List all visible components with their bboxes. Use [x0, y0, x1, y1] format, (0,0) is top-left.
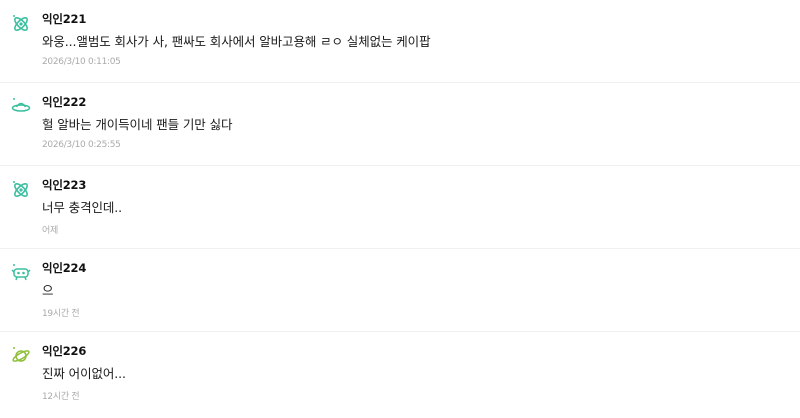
comment-item: 익인224 으 19시간 전 — [0, 249, 800, 332]
comment-author: 익인223 — [42, 178, 87, 192]
comment-timestamp: 2026/3/10 0:11:05 — [42, 57, 121, 67]
planet-icon — [10, 344, 32, 366]
comment-timestamp: 12시간 전 — [42, 392, 80, 402]
atom-icon — [10, 178, 32, 200]
comment-list: 익인221 와웅...앨범도 회사가 사, 팬싸도 회사에서 알바고용해 ㄹㅇ … — [0, 0, 800, 418]
comment-item: 익인221 와웅...앨범도 회사가 사, 팬싸도 회사에서 알바고용해 ㄹㅇ … — [0, 0, 800, 83]
comment-timestamp: 2026/3/10 0:25:55 — [42, 140, 121, 150]
comment-item: 익인223 너무 충격인데.. 어제 — [0, 166, 800, 249]
comment-author: 익인221 — [42, 12, 87, 26]
comment-item: 익인222 헐 알바는 개이득이네 팬들 기만 싫다 2026/3/10 0:2… — [0, 83, 800, 166]
comment-author: 익인222 — [42, 95, 87, 109]
comment-timestamp: 어제 — [42, 226, 58, 236]
comment-text: 진짜 어이없어... — [42, 366, 126, 381]
comment-text: 와웅...앨범도 회사가 사, 팬싸도 회사에서 알바고용해 ㄹㅇ 실체없는 케… — [42, 34, 431, 49]
ufo-icon — [10, 95, 32, 117]
atom-icon — [10, 12, 32, 34]
comment-author: 익인224 — [42, 261, 87, 275]
comment-timestamp: 19시간 전 — [42, 309, 80, 319]
comment-text: 너무 충격인데.. — [42, 200, 123, 215]
comment-text: 으 — [42, 283, 54, 298]
comment-author: 익인226 — [42, 344, 87, 358]
alien-icon — [10, 261, 32, 283]
comment-item: 익인226 진짜 어이없어... 12시간 전 — [0, 332, 800, 415]
comment-text: 헐 알바는 개이득이네 팬들 기만 싫다 — [42, 117, 233, 132]
